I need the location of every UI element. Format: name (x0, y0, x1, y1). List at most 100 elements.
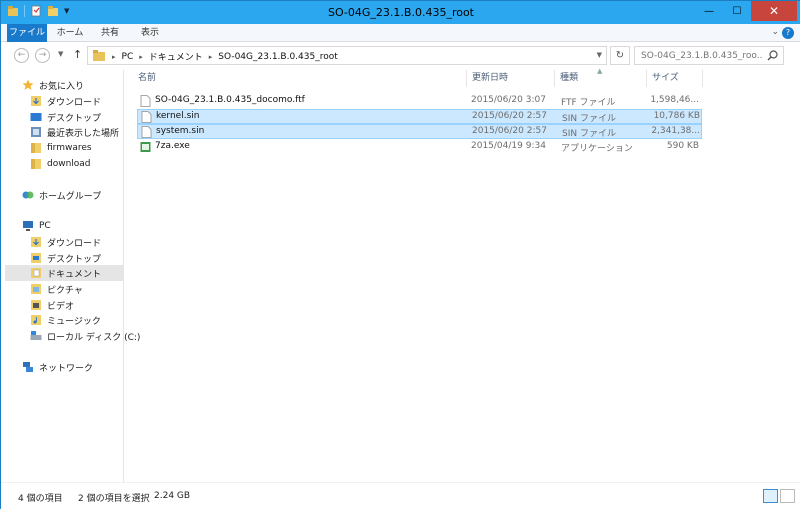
forward-button[interactable]: → (35, 48, 50, 63)
column-header-date[interactable]: 更新日時 (467, 70, 555, 87)
desktop-icon (30, 113, 42, 121)
address-history-dropdown-icon[interactable]: ▼ (597, 51, 602, 59)
computer-icon (23, 221, 33, 231)
homegroup-icon (22, 191, 34, 199)
nav-pc[interactable]: PC (22, 218, 51, 234)
tab-home[interactable]: ホーム (51, 24, 89, 42)
nav-label: ネットワーク (39, 363, 94, 374)
tab-view[interactable]: 表示 (133, 24, 167, 42)
address-bar[interactable]: ▸ PC ▸ ドキュメント ▸ SO-04G_23.1.B.0.435_root… (87, 46, 607, 65)
nav-pc-downloads[interactable]: ダウンロード (30, 234, 101, 250)
details-view-icon[interactable] (763, 489, 778, 503)
ribbon-tabs: ファイル ホーム 共有 表示 ⌄ ? (1, 24, 800, 42)
nav-favorite-firmwares[interactable]: firmwares (30, 140, 92, 156)
file-type: アプリケーション (561, 144, 633, 154)
search-input[interactable] (635, 47, 763, 64)
downloads-folder-icon (31, 96, 41, 106)
executable-icon (140, 142, 151, 152)
nav-label: ダウンロード (47, 97, 102, 108)
close-button[interactable]: ✕ (751, 1, 797, 21)
nav-label: firmwares (47, 143, 92, 153)
nav-pc-videos[interactable]: ビデオ (30, 297, 74, 313)
nav-label: ピクチャ (47, 285, 83, 296)
column-header-size[interactable]: サイズ (647, 70, 703, 87)
breadcrumb-chevron-icon[interactable]: ▸ (112, 53, 116, 61)
nav-favorite-download[interactable]: download (30, 156, 91, 172)
up-button[interactable]: ↑ (73, 48, 82, 61)
recent-places-icon (31, 127, 41, 137)
main-content: お気に入り ダウンロード デスクトップ 最近表示した場所 firmwares d… (1, 67, 800, 482)
network-icon (23, 362, 33, 372)
search-icon[interactable] (767, 50, 778, 61)
breadcrumb-chevron-icon[interactable]: ▸ (139, 53, 143, 61)
item-count: 4 個の項目 (18, 494, 63, 504)
nav-label: お気に入り (39, 81, 85, 92)
file-date: 2015/04/19 9:34 (471, 141, 546, 151)
nav-favorite-desktop[interactable]: デスクトップ (30, 109, 101, 125)
folder-icon (93, 50, 105, 61)
sort-ascending-icon: ▲ (597, 67, 603, 75)
navigation-pane: お気に入り ダウンロード デスクトップ 最近表示した場所 firmwares d… (1, 70, 140, 482)
selection-size: 2.24 GB (154, 491, 191, 501)
selection-count: 2 個の項目を選択 (78, 494, 150, 504)
maximize-button[interactable]: ☐ (723, 1, 751, 21)
breadcrumb-documents[interactable]: ドキュメント (149, 50, 203, 63)
back-button[interactable]: ← (14, 48, 29, 63)
tab-file[interactable]: ファイル (7, 24, 47, 42)
file-icon (141, 126, 152, 138)
file-type: SIN ファイル (562, 114, 616, 124)
nav-pc-pictures[interactable]: ピクチャ (30, 281, 83, 297)
file-date: 2015/06/20 3:07 (471, 95, 546, 105)
nav-favorites[interactable]: お気に入り (22, 77, 84, 93)
nav-pc-music[interactable]: ミュージック (30, 312, 101, 328)
file-size: 10,786 KB (653, 111, 700, 121)
nav-label: ビデオ (47, 301, 75, 312)
recent-locations-dropdown-icon[interactable]: ▼ (58, 50, 63, 58)
view-switcher (763, 489, 795, 503)
desktop-folder-icon (31, 253, 41, 263)
breadcrumb-current-folder[interactable]: SO-04G_23.1.B.0.435_root (218, 52, 337, 62)
file-size: 590 KB (666, 141, 699, 151)
help-icon[interactable]: ? (782, 27, 794, 39)
file-name: system.sin (156, 126, 205, 136)
expand-ribbon-chevron-icon[interactable]: ⌄ (771, 27, 779, 37)
file-icon (141, 111, 152, 123)
nav-network[interactable]: ネットワーク (22, 359, 93, 375)
breadcrumb-pc[interactable]: PC (122, 52, 134, 62)
file-row[interactable]: kernel.sin 2015/06/20 2:57 SIN ファイル 10,7… (137, 109, 702, 124)
nav-label: ドキュメント (47, 269, 102, 280)
star-icon (22, 79, 34, 90)
large-icons-view-icon[interactable] (780, 489, 795, 503)
nav-label: デスクトップ (47, 254, 102, 265)
nav-favorite-recent-places[interactable]: 最近表示した場所 (30, 124, 119, 140)
file-size: 2,341,38... (651, 126, 700, 136)
file-row[interactable]: SO-04G_23.1.B.0.435_docomo.ftf 2015/06/2… (137, 94, 702, 109)
nav-label: ミュージック (47, 316, 101, 327)
folder-icon (31, 159, 41, 169)
nav-pc-documents[interactable]: ドキュメント (5, 265, 123, 281)
nav-label: デスクトップ (47, 113, 102, 124)
breadcrumb: ▸ PC ▸ ドキュメント ▸ SO-04G_23.1.B.0.435_root (112, 50, 338, 64)
nav-pc-local-disk[interactable]: ローカル ディスク (C:) (30, 328, 140, 344)
tab-share[interactable]: 共有 (95, 24, 125, 42)
file-type: SIN ファイル (562, 129, 616, 139)
minimize-button[interactable]: — (695, 1, 723, 21)
title-bar: ▼ SO-04G_23.1.B.0.435_root — ☐ ✕ (1, 1, 800, 24)
nav-pc-desktop[interactable]: デスクトップ (30, 250, 101, 266)
refresh-button[interactable]: ↻ (610, 46, 630, 65)
breadcrumb-chevron-icon[interactable]: ▸ (209, 53, 213, 61)
file-row[interactable]: 7za.exe 2015/04/19 9:34 アプリケーション 590 KB (137, 140, 702, 155)
nav-favorite-downloads[interactable]: ダウンロード (30, 93, 101, 109)
search-box[interactable] (634, 46, 784, 65)
nav-label: PC (39, 221, 51, 231)
nav-label: download (47, 159, 91, 169)
nav-homegroup[interactable]: ホームグループ (22, 187, 101, 203)
nav-label: 最近表示した場所 (47, 128, 120, 139)
navigation-bar: ← → ▼ ↑ ▸ PC ▸ ドキュメント ▸ SO-04G_23.1.B.0.… (1, 42, 800, 70)
column-header-name[interactable]: 名前 (133, 70, 467, 87)
file-list: 名前 更新日時 種類 ▲ サイズ SO-04G_23.1.B.0.435_doc… (125, 67, 800, 482)
file-size: 1,598,46... (650, 95, 699, 105)
file-row[interactable]: system.sin 2015/06/20 2:57 SIN ファイル 2,34… (137, 124, 702, 139)
file-date: 2015/06/20 2:57 (472, 111, 547, 121)
folder-icon (31, 143, 41, 153)
